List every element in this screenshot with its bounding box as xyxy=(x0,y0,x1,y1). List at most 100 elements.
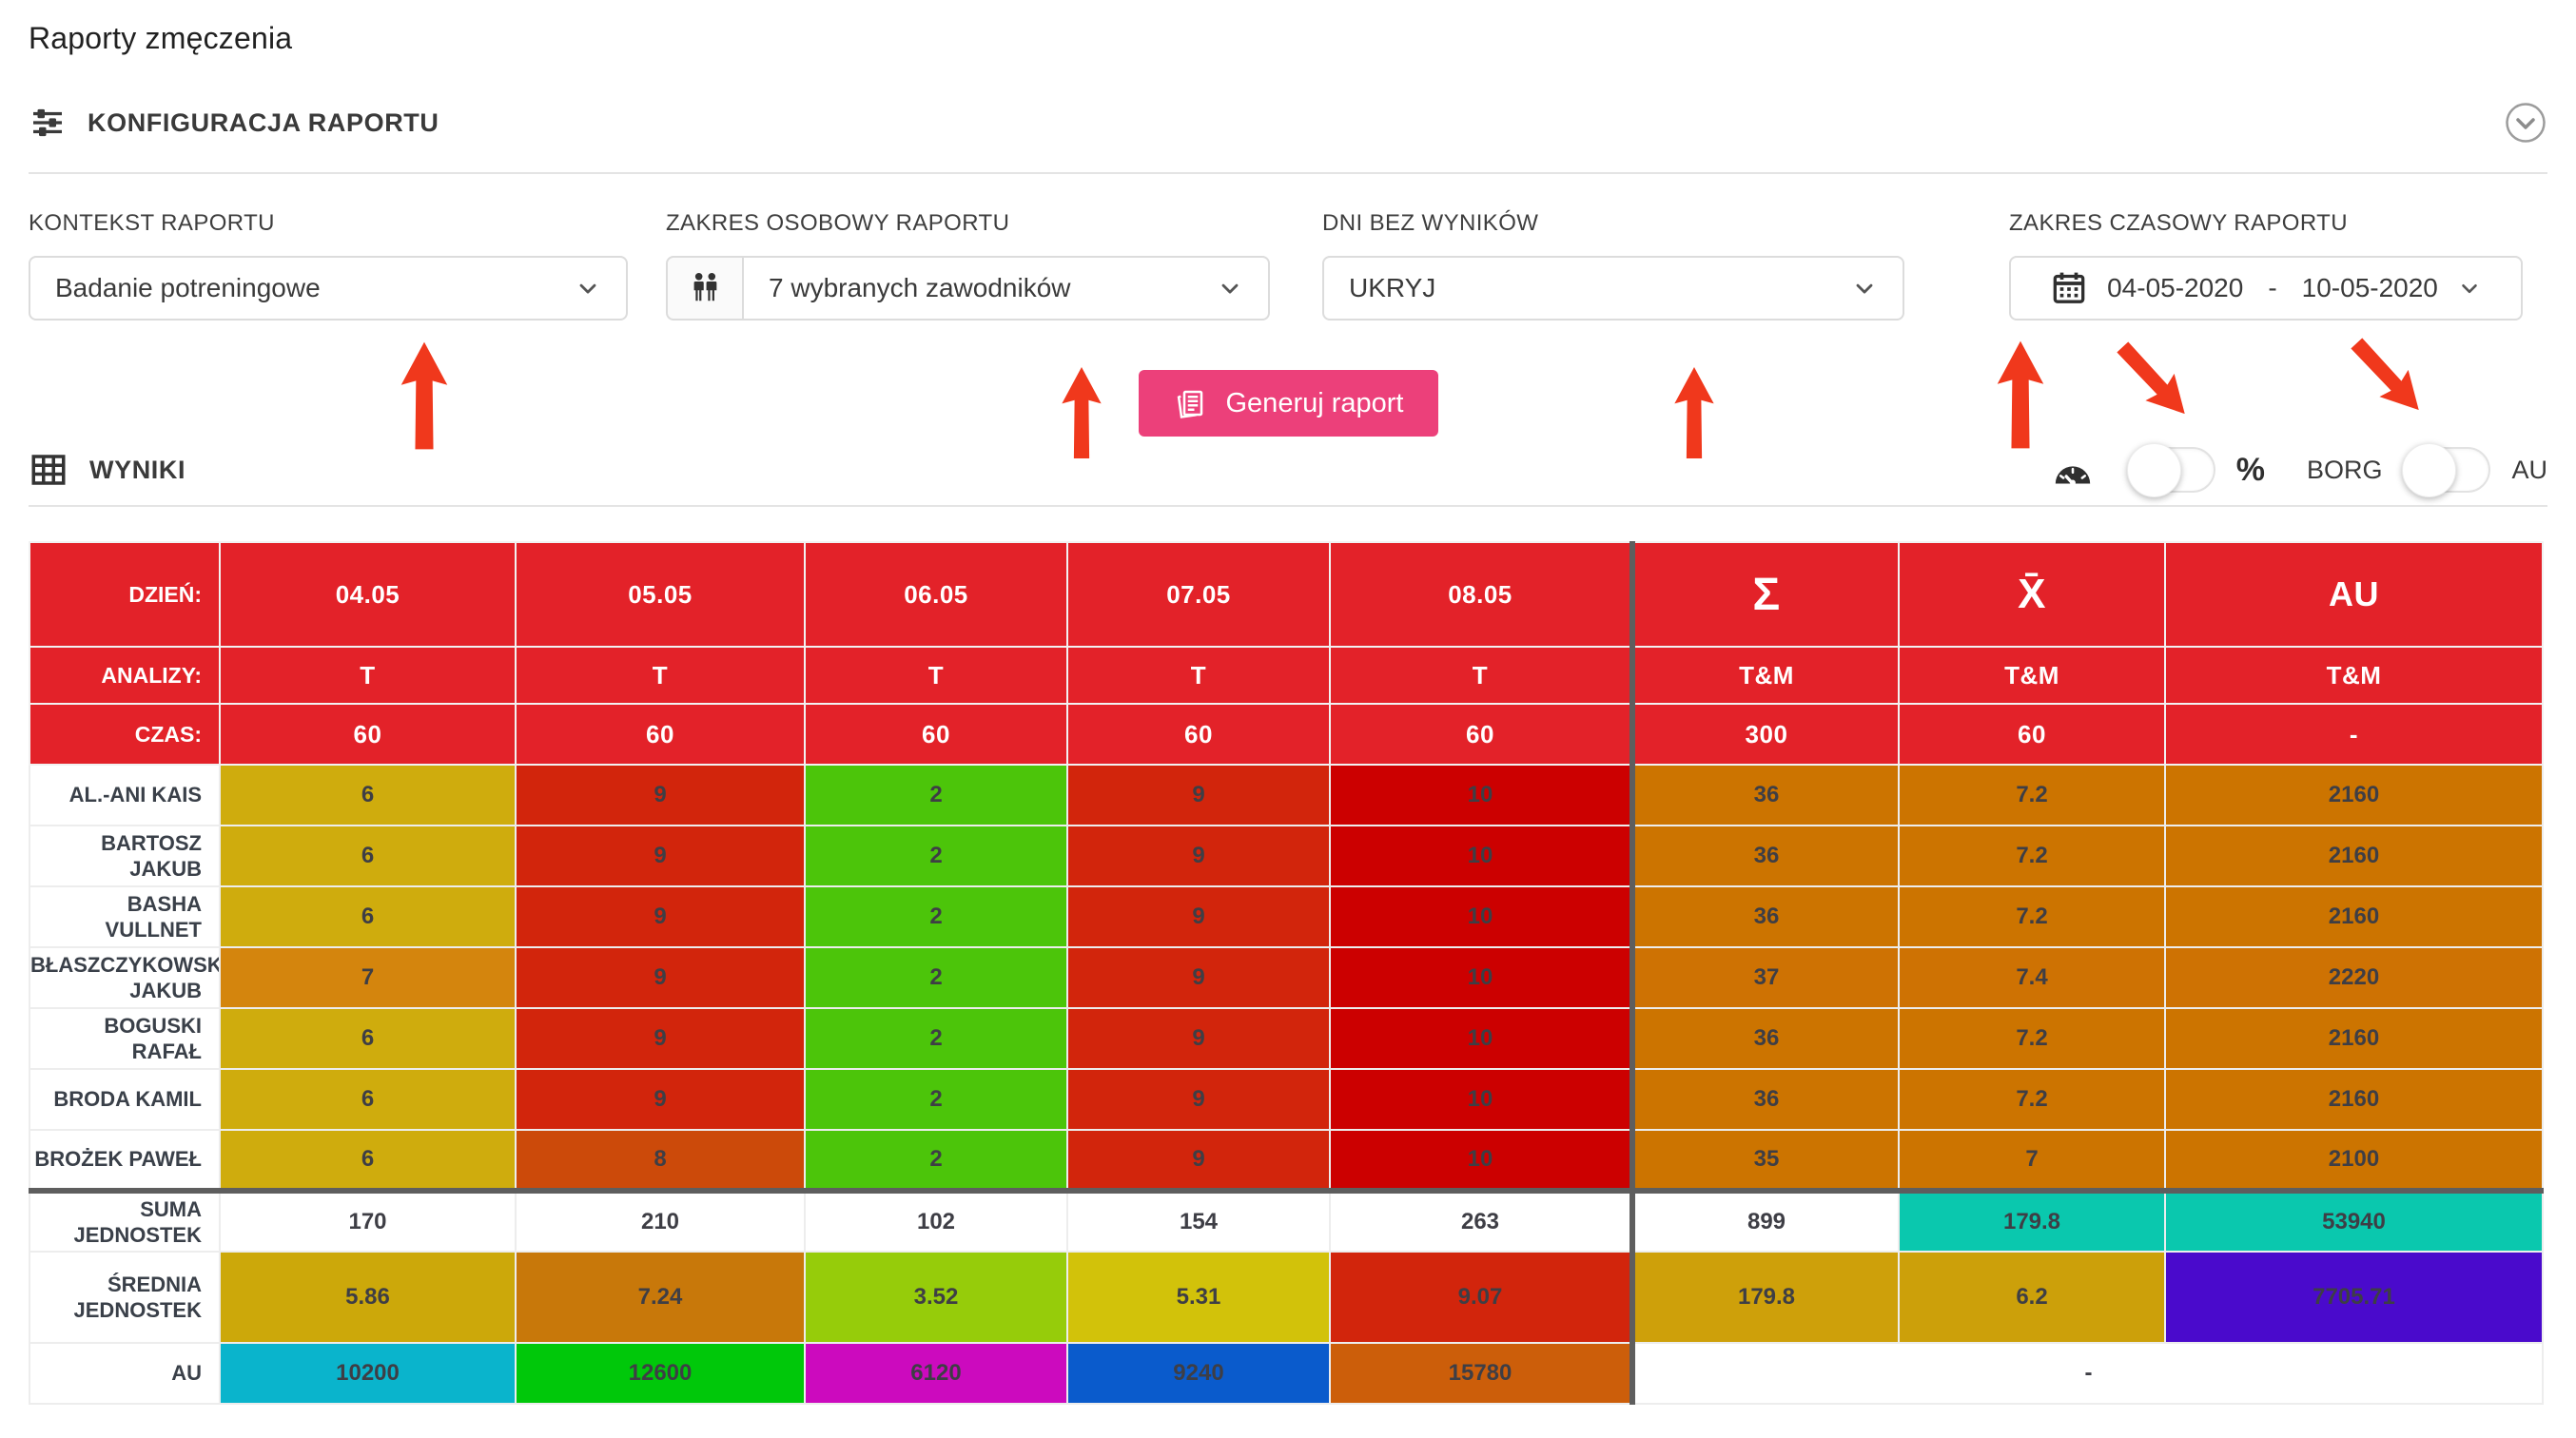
players-picker-button[interactable] xyxy=(666,256,742,321)
personal-scope-select[interactable]: 7 wybranych zawodników xyxy=(742,256,1270,321)
header-row-label: CZAS: xyxy=(29,704,220,765)
value-cell: 9 xyxy=(1067,765,1330,826)
player-row: BŁASZCZYKOWSKI JAKUB792910377.42220 xyxy=(29,947,2543,1008)
value-cell: 7.2 xyxy=(1899,1008,2165,1069)
player-row: AL.-ANI KAIS692910367.22160 xyxy=(29,765,2543,826)
value-cell: 2100 xyxy=(2165,1130,2543,1191)
sliders-icon xyxy=(29,106,67,140)
summary-row-label: AU xyxy=(29,1343,220,1404)
value-cell: 7 xyxy=(220,947,516,1008)
value-cell: 10 xyxy=(1330,826,1632,886)
value-cell: 263 xyxy=(1330,1191,1632,1252)
player-name: BOGUSKI RAFAŁ xyxy=(29,1008,220,1069)
value-cell: 102 xyxy=(805,1191,1067,1252)
selected-value: UKRYJ xyxy=(1349,273,1435,303)
value-cell: 15780 xyxy=(1330,1343,1632,1404)
value-cell: 6120 xyxy=(805,1343,1067,1404)
value-cell: 9 xyxy=(1067,1008,1330,1069)
value-cell: 2160 xyxy=(2165,1008,2543,1069)
value-cell: 179.8 xyxy=(1899,1191,2165,1252)
chevron-down-icon xyxy=(575,275,601,301)
value-cell: 9240 xyxy=(1067,1343,1330,1404)
value-cell: 9 xyxy=(516,886,805,947)
player-name: BASHA VULLNET xyxy=(29,886,220,947)
value-cell: 6 xyxy=(220,1069,516,1130)
column-header: 300 xyxy=(1632,704,1899,765)
column-header: 60 xyxy=(220,704,516,765)
column-header: 60 xyxy=(805,704,1067,765)
field-report-context: KONTEKST RAPORTU Badanie potreningowe xyxy=(29,210,628,321)
column-header: AU xyxy=(2165,542,2543,647)
value-cell: 10 xyxy=(1330,947,1632,1008)
column-header: T xyxy=(220,647,516,704)
toggle-knob xyxy=(2402,443,2456,497)
column-header: T xyxy=(1330,647,1632,704)
collapse-section-button[interactable] xyxy=(2504,101,2547,145)
column-header: 60 xyxy=(516,704,805,765)
value-cell: 37 xyxy=(1632,947,1899,1008)
percent-display-toggle[interactable] xyxy=(2128,447,2215,493)
generate-report-button[interactable]: Generuj raport xyxy=(1139,370,1438,437)
table-grid-icon xyxy=(29,450,68,490)
value-cell: 6 xyxy=(220,826,516,886)
value-cell: 36 xyxy=(1632,1008,1899,1069)
value-cell: 9 xyxy=(1067,1130,1330,1191)
date-end: 10-05-2020 xyxy=(2302,273,2438,303)
borg-au-toggle[interactable] xyxy=(2403,447,2490,493)
generate-row: Generuj raport xyxy=(0,370,2576,437)
field-personal-scope: ZAKRES OSOBOWY RAPORTU 7 wybranych zawod… xyxy=(666,210,1270,321)
value-cell: 9 xyxy=(516,765,805,826)
value-cell: - xyxy=(1632,1343,2543,1404)
value-cell: 8 xyxy=(516,1130,805,1191)
table-header-row: DZIEŃ:04.0505.0506.0507.0508.05ΣX̄AU xyxy=(29,542,2543,647)
report-context-select[interactable]: Badanie potreningowe xyxy=(29,256,628,321)
summary-row: SUMA JEDNOSTEK170210102154263899179.8539… xyxy=(29,1191,2543,1252)
value-cell: 6 xyxy=(220,1008,516,1069)
table-header-row: ANALIZY:TTTTTT&MT&MT&M xyxy=(29,647,2543,704)
player-name: BRODA KAMIL xyxy=(29,1069,220,1130)
gauge-icon xyxy=(2052,451,2094,489)
player-row: BOGUSKI RAFAŁ692910367.22160 xyxy=(29,1008,2543,1069)
value-cell: 53940 xyxy=(2165,1191,2543,1252)
value-cell: 5.31 xyxy=(1067,1252,1330,1343)
player-name: BROŻEK PAWEŁ xyxy=(29,1130,220,1191)
value-cell: 2160 xyxy=(2165,826,2543,886)
value-cell: 3.52 xyxy=(805,1252,1067,1343)
value-cell: 7.2 xyxy=(1899,886,2165,947)
value-cell: 9 xyxy=(1067,947,1330,1008)
chevron-down-icon xyxy=(1851,275,1878,301)
value-cell: 9 xyxy=(1067,1069,1330,1130)
player-row: BARTOSZ JAKUB692910367.22160 xyxy=(29,826,2543,886)
value-cell: 9 xyxy=(516,826,805,886)
value-cell: 6 xyxy=(220,1130,516,1191)
table-header-row: CZAS:606060606030060- xyxy=(29,704,2543,765)
borg-label: BORG xyxy=(2307,456,2383,485)
value-cell: 2 xyxy=(805,1130,1067,1191)
people-icon xyxy=(687,270,723,306)
value-cell: 7.4 xyxy=(1899,947,2165,1008)
results-table: DZIEŃ:04.0505.0506.0507.0508.05ΣX̄AUANAL… xyxy=(29,541,2544,1405)
column-header: 04.05 xyxy=(220,542,516,647)
value-cell: 7.2 xyxy=(1899,765,2165,826)
value-cell: 35 xyxy=(1632,1130,1899,1191)
date-start: 04-05-2020 xyxy=(2107,273,2243,303)
header-row-label: DZIEŃ: xyxy=(29,542,220,647)
field-time-range: ZAKRES CZASOWY RAPORTU 04-05-202 xyxy=(2009,210,2523,321)
summary-row: ŚREDNIA JEDNOSTEK5.867.243.525.319.07179… xyxy=(29,1252,2543,1343)
report-pages-icon xyxy=(1173,386,1207,420)
value-cell: 10200 xyxy=(220,1343,516,1404)
date-range-select[interactable]: 04-05-2020 - 10-05-2020 xyxy=(2009,256,2523,321)
value-cell: 2160 xyxy=(2165,765,2543,826)
column-header: T&M xyxy=(1632,647,1899,704)
value-cell: 12600 xyxy=(516,1343,805,1404)
selected-value: 7 wybranych zawodników xyxy=(769,273,1071,303)
value-cell: 2 xyxy=(805,886,1067,947)
value-cell: 9 xyxy=(516,1008,805,1069)
days-without-results-select[interactable]: UKRYJ xyxy=(1322,256,1904,321)
value-cell: 2 xyxy=(805,826,1067,886)
column-header: 05.05 xyxy=(516,542,805,647)
generate-report-label: Generuj raport xyxy=(1226,388,1404,419)
column-header: 60 xyxy=(1067,704,1330,765)
value-cell: 6.2 xyxy=(1899,1252,2165,1343)
column-header: Σ xyxy=(1632,542,1899,647)
